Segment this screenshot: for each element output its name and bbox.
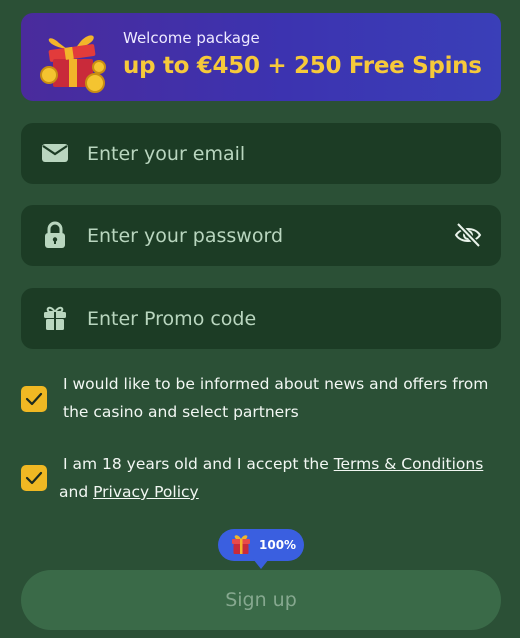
password-input[interactable] <box>87 205 437 266</box>
age-consent-checkbox[interactable] <box>21 465 47 491</box>
gift-with-coins-icon <box>40 35 106 93</box>
bonus-percent-text: 100% <box>259 538 297 552</box>
age-consent-row: I am 18 years old and I accept the Terms… <box>21 450 501 508</box>
banner-kicker: Welcome package <box>123 29 260 47</box>
checkmark-icon <box>25 471 43 485</box>
gift-icon <box>232 535 250 554</box>
lock-icon <box>45 221 65 248</box>
terms-link[interactable]: Terms & Conditions <box>334 455 484 473</box>
envelope-icon <box>42 144 68 162</box>
news-consent-text: I would like to be informed about news a… <box>63 375 489 421</box>
news-consent-row: I would like to be informed about news a… <box>21 370 501 428</box>
eye-slash-icon[interactable] <box>453 221 483 249</box>
checkmark-icon <box>25 392 43 406</box>
welcome-banner[interactable]: Welcome package up to €450 + 250 Free Sp… <box>21 13 501 101</box>
email-input[interactable] <box>87 123 437 184</box>
news-consent-checkbox[interactable] <box>21 386 47 412</box>
promo-code-input[interactable] <box>87 288 437 349</box>
banner-headline: up to €450 + 250 Free Spins <box>123 53 482 79</box>
age-consent-text-middle: and <box>59 483 94 501</box>
signup-button[interactable]: Sign up <box>21 570 501 630</box>
gift-icon <box>44 306 66 330</box>
signup-form: Welcome package up to €450 + 250 Free Sp… <box>0 0 520 638</box>
password-field <box>21 205 501 266</box>
bonus-percent-badge: 100% <box>218 529 304 569</box>
email-field <box>21 123 501 184</box>
age-consent-text-before: I am 18 years old and I accept the <box>63 455 334 473</box>
age-consent-text: I am 18 years old and I accept the Terms… <box>59 450 503 506</box>
promo-field <box>21 288 501 349</box>
privacy-policy-link[interactable]: Privacy Policy <box>93 483 199 501</box>
